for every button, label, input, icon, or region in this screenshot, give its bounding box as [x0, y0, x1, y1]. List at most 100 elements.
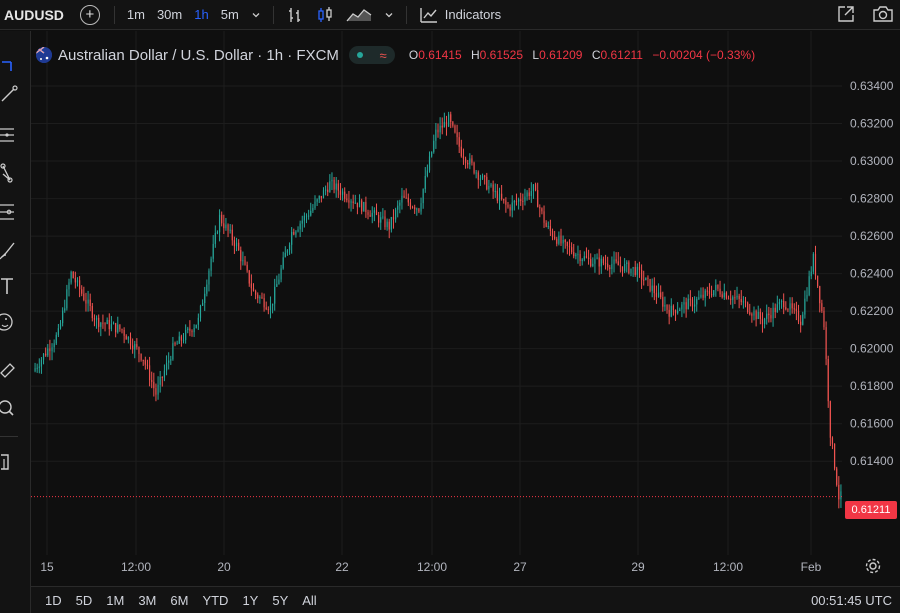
range-all[interactable]: All — [302, 593, 316, 608]
candle-body — [78, 280, 81, 290]
range-5y[interactable]: 5Y — [272, 593, 288, 608]
range-ytd[interactable]: YTD — [202, 593, 228, 608]
candle-body — [144, 360, 146, 365]
candle-body — [626, 262, 628, 265]
market-status-badge[interactable]: ≈ — [348, 46, 395, 64]
candle-body — [123, 330, 125, 336]
candle-body — [515, 201, 518, 203]
candle-body — [583, 256, 585, 260]
bar-chart-type-icon[interactable] — [280, 6, 310, 24]
pitchfork-icon[interactable] — [0, 162, 22, 184]
candle-body — [791, 303, 793, 309]
fib-retracement-icon[interactable] — [0, 201, 22, 223]
symbol-title[interactable]: Australian Dollar / U.S. Dollar · 1h · F… — [58, 47, 339, 64]
candle-body — [554, 236, 556, 239]
candle-body — [240, 250, 242, 262]
area-chart-type-icon[interactable] — [340, 7, 378, 23]
horizontal-lines-icon[interactable] — [0, 124, 22, 146]
candle-body — [823, 310, 825, 328]
top-toolbar: AUDUSD + 1m 30m 1h 5m Indicators — [0, 0, 900, 30]
candle-body — [100, 322, 102, 327]
range-1m[interactable]: 1M — [106, 593, 124, 608]
candle-body — [710, 294, 713, 296]
candle-body — [600, 258, 602, 267]
interval-30m[interactable]: 30m — [151, 7, 188, 22]
compare-symbol-plus-icon[interactable]: + — [79, 4, 100, 25]
candle-body — [142, 359, 144, 361]
candle-body — [431, 151, 433, 157]
candle-body — [274, 286, 276, 304]
candle-body — [288, 244, 291, 251]
candle-body — [223, 223, 225, 229]
candle-body — [89, 299, 91, 307]
candle-body — [165, 362, 168, 371]
fullscreen-share-icon[interactable] — [836, 4, 856, 24]
candle-body — [517, 199, 520, 202]
candle-body — [91, 306, 93, 319]
candle-body — [755, 311, 757, 320]
indicators-button[interactable]: Indicators — [413, 6, 507, 24]
candle-body — [72, 271, 74, 279]
candle-body — [598, 257, 600, 267]
camera-icon[interactable] — [872, 4, 894, 24]
candle-body — [363, 201, 365, 212]
candle-body — [836, 468, 838, 485]
candle-body — [358, 200, 361, 208]
range-5d[interactable]: 5D — [76, 593, 93, 608]
utc-clock[interactable]: 00:51:45 UTC — [811, 593, 892, 608]
candle-body — [314, 201, 316, 208]
range-6m[interactable]: 6M — [170, 593, 188, 608]
chart-pane[interactable]: 0.63400 0.63200 0.63000 0.62800 0.62600 0.624… — [31, 31, 900, 613]
candle-body — [647, 277, 649, 280]
candle-body — [689, 298, 691, 300]
ruler-icon[interactable] — [0, 359, 22, 381]
price-chart[interactable]: 0.63400 0.63200 0.63000 0.62800 0.62600 0.624… — [31, 31, 900, 613]
time-tick-label: Feb — [801, 560, 822, 574]
chart-type-chevron-down-icon[interactable] — [378, 10, 400, 20]
range-1d[interactable]: 1D — [45, 593, 62, 608]
settings-gear-icon[interactable] — [864, 557, 882, 575]
candle-body — [674, 309, 677, 314]
trend-line-icon[interactable] — [0, 84, 22, 106]
interval-1m[interactable]: 1m — [121, 7, 151, 22]
interval-1h[interactable]: 1h — [188, 7, 214, 22]
candle-body — [753, 311, 755, 316]
candle-body — [93, 318, 96, 320]
range-1y[interactable]: 1Y — [242, 593, 258, 608]
interval-5m[interactable]: 5m — [215, 7, 245, 22]
candle-body — [715, 284, 717, 291]
indicators-label: Indicators — [444, 7, 502, 22]
crosshair-icon[interactable] — [0, 51, 22, 73]
candle-body — [197, 317, 199, 325]
candle-body — [320, 195, 322, 199]
candle-body — [528, 192, 530, 197]
smiley-icon[interactable] — [0, 311, 22, 333]
brush-icon[interactable] — [0, 239, 22, 261]
candle-body — [458, 137, 460, 147]
symbol-search-button[interactable]: AUDUSD — [0, 7, 72, 23]
candle-body — [467, 162, 469, 165]
candle-body — [687, 298, 689, 310]
candle-body — [409, 202, 412, 208]
candle-body — [53, 343, 55, 348]
text-tool-icon[interactable] — [0, 275, 22, 297]
candle-body — [216, 232, 219, 234]
candle-body — [481, 175, 484, 179]
candle-body — [102, 322, 104, 324]
candle-body — [829, 401, 831, 438]
candle-body — [698, 297, 700, 299]
candle-body — [800, 321, 802, 325]
magnet-icon[interactable] — [0, 451, 22, 473]
candle-body — [365, 201, 367, 213]
candle-body — [558, 235, 560, 244]
delayed-data-wave-icon: ≈ — [379, 47, 387, 63]
candles-chart-type-icon[interactable] — [310, 6, 340, 24]
candle-body — [248, 270, 250, 284]
range-3m[interactable]: 3M — [138, 593, 156, 608]
zoom-in-icon[interactable] — [0, 398, 22, 420]
candle-body — [303, 215, 305, 221]
price-tick-label: 0.62400 — [850, 267, 894, 281]
candle-body — [649, 279, 651, 291]
interval-chevron-down-icon[interactable] — [245, 10, 267, 20]
candle-body — [651, 285, 653, 291]
